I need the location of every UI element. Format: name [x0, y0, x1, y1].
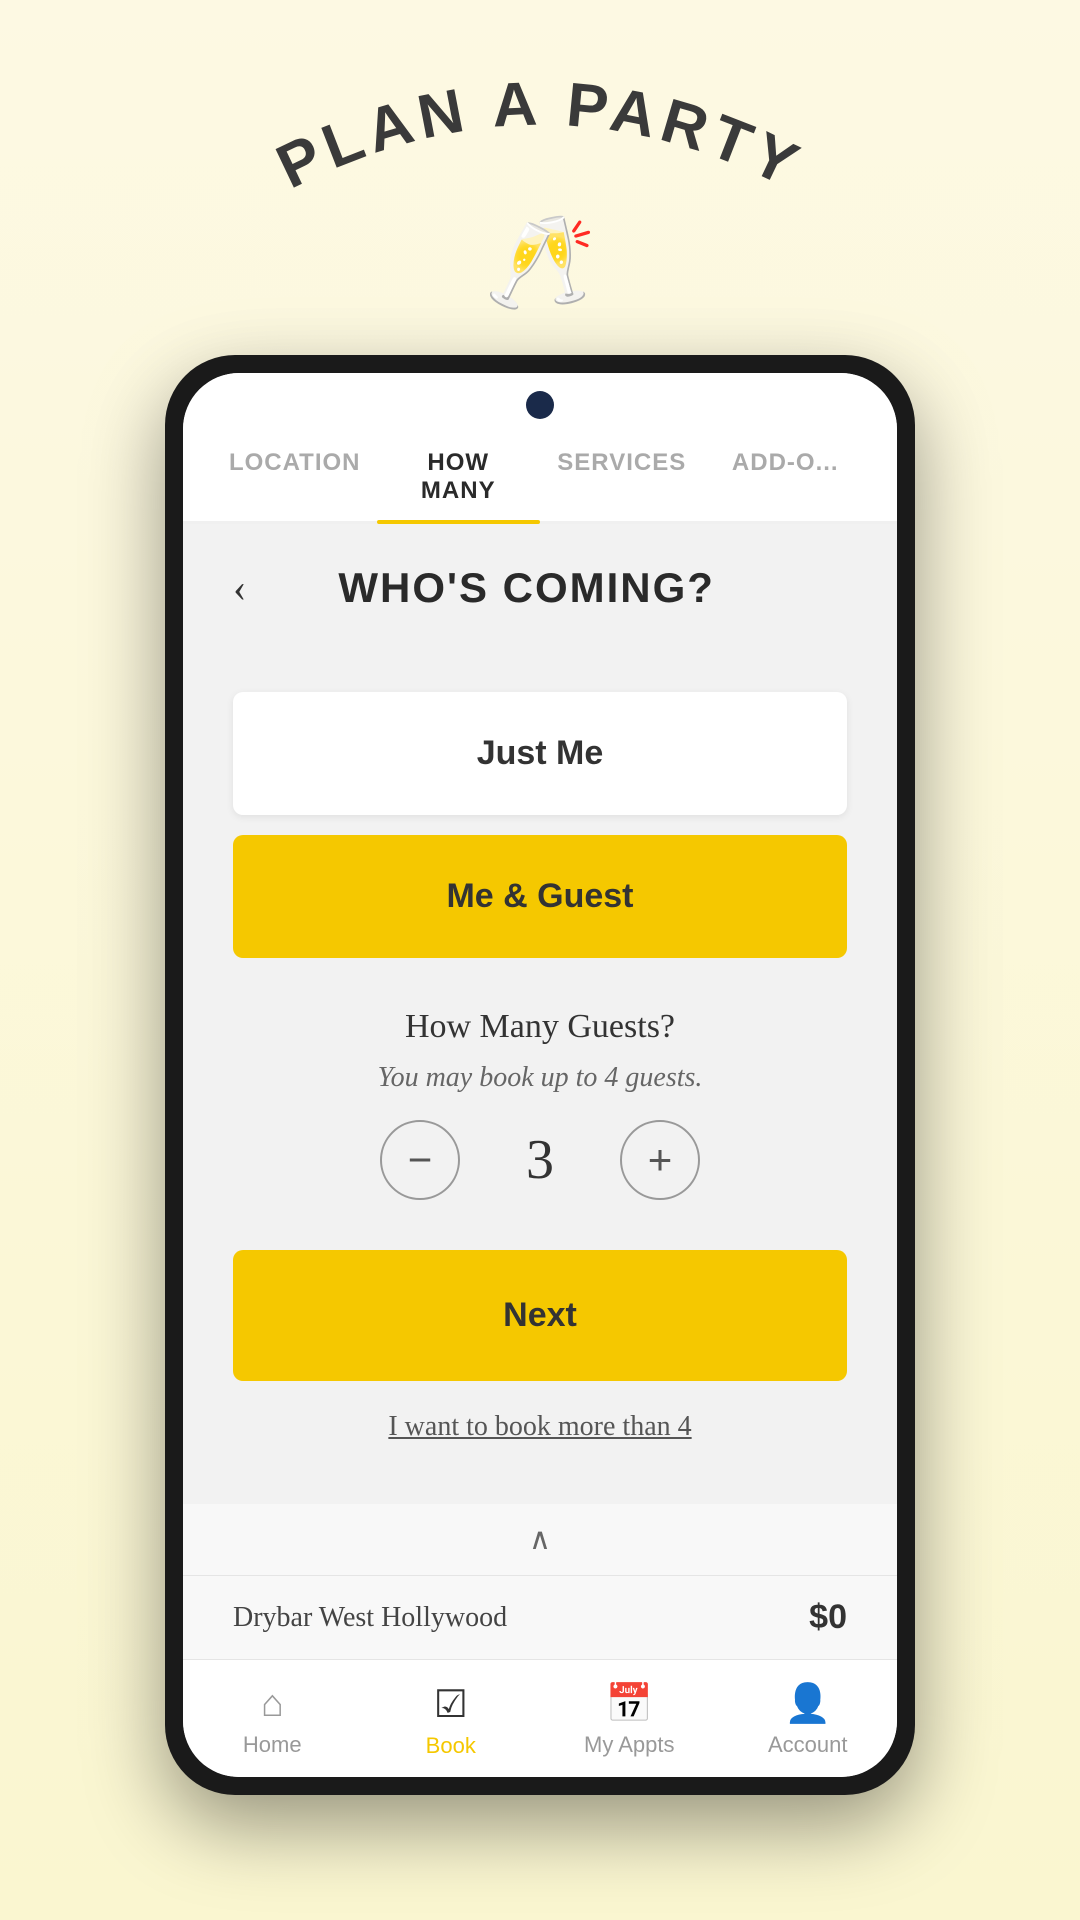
book-more-link[interactable]: I want to book more than 4	[233, 1411, 847, 1443]
just-me-button[interactable]: Just Me	[233, 692, 847, 815]
guest-count: 3	[510, 1128, 570, 1192]
increment-button[interactable]: +	[620, 1120, 700, 1200]
header-section: PLAN A PARTY 🥂	[230, 0, 850, 315]
camera-dot	[526, 391, 554, 419]
nav-my-appts[interactable]: 📅 My Appts	[540, 1660, 719, 1777]
nav-home[interactable]: ⌂ Home	[183, 1660, 362, 1777]
chevron-up[interactable]: ∧	[183, 1504, 897, 1575]
nav-book-label: Book	[426, 1733, 476, 1759]
plan-a-party-text: PLAN A PARTY	[267, 80, 814, 200]
camera-area	[183, 373, 897, 429]
nav-my-appts-label: My Appts	[584, 1732, 674, 1758]
guests-subtitle: You may book up to 4 guests.	[378, 1062, 703, 1094]
tab-services[interactable]: SERVICES	[540, 429, 704, 521]
champagne-icon: 🥂	[484, 210, 596, 315]
account-icon: 👤	[784, 1682, 831, 1726]
nav-account[interactable]: 👤 Account	[719, 1660, 898, 1777]
counter-row: − 3 +	[380, 1120, 700, 1200]
chevron-up-icon: ∧	[529, 1522, 551, 1557]
svg-text:PLAN A PARTY: PLAN A PARTY	[267, 80, 814, 200]
decrement-button[interactable]: −	[380, 1120, 460, 1200]
bottom-info-bar: Drybar West Hollywood $0	[183, 1575, 897, 1659]
options-section: Just Me Me & Guest	[233, 692, 847, 958]
next-button[interactable]: Next	[233, 1250, 847, 1381]
tab-add-ons[interactable]: ADD-O...	[704, 429, 868, 521]
phone-screen: LOCATION HOW MANY SERVICES ADD-O... ‹ WH…	[183, 373, 897, 1777]
me-and-guest-button[interactable]: Me & Guest	[233, 835, 847, 958]
nav-home-label: Home	[243, 1732, 302, 1758]
book-icon: ☑	[434, 1682, 468, 1727]
page-title: WHO'S COMING?	[246, 564, 847, 612]
home-icon: ⌂	[261, 1682, 284, 1726]
tab-how-many[interactable]: HOW MANY	[377, 429, 541, 521]
app-title-arc: PLAN A PARTY	[230, 80, 850, 200]
nav-book[interactable]: ☑ Book	[362, 1660, 541, 1777]
location-name: Drybar West Hollywood	[233, 1602, 507, 1634]
phone-frame: LOCATION HOW MANY SERVICES ADD-O... ‹ WH…	[165, 355, 915, 1795]
nav-account-label: Account	[768, 1732, 848, 1758]
tab-location[interactable]: LOCATION	[213, 429, 377, 521]
tab-navigation: LOCATION HOW MANY SERVICES ADD-O...	[183, 429, 897, 524]
page-header: ‹ WHO'S COMING?	[233, 564, 847, 612]
main-content: ‹ WHO'S COMING? Just Me Me & Guest How M…	[183, 524, 897, 1504]
guests-title: How Many Guests?	[405, 1008, 675, 1046]
back-button[interactable]: ‹	[233, 568, 246, 608]
price-display: $0	[809, 1598, 847, 1637]
guests-section: How Many Guests? You may book up to 4 gu…	[233, 1008, 847, 1200]
bottom-nav: ⌂ Home ☑ Book 📅 My Appts 👤 Account	[183, 1659, 897, 1777]
my-appts-icon: 📅	[606, 1682, 653, 1726]
